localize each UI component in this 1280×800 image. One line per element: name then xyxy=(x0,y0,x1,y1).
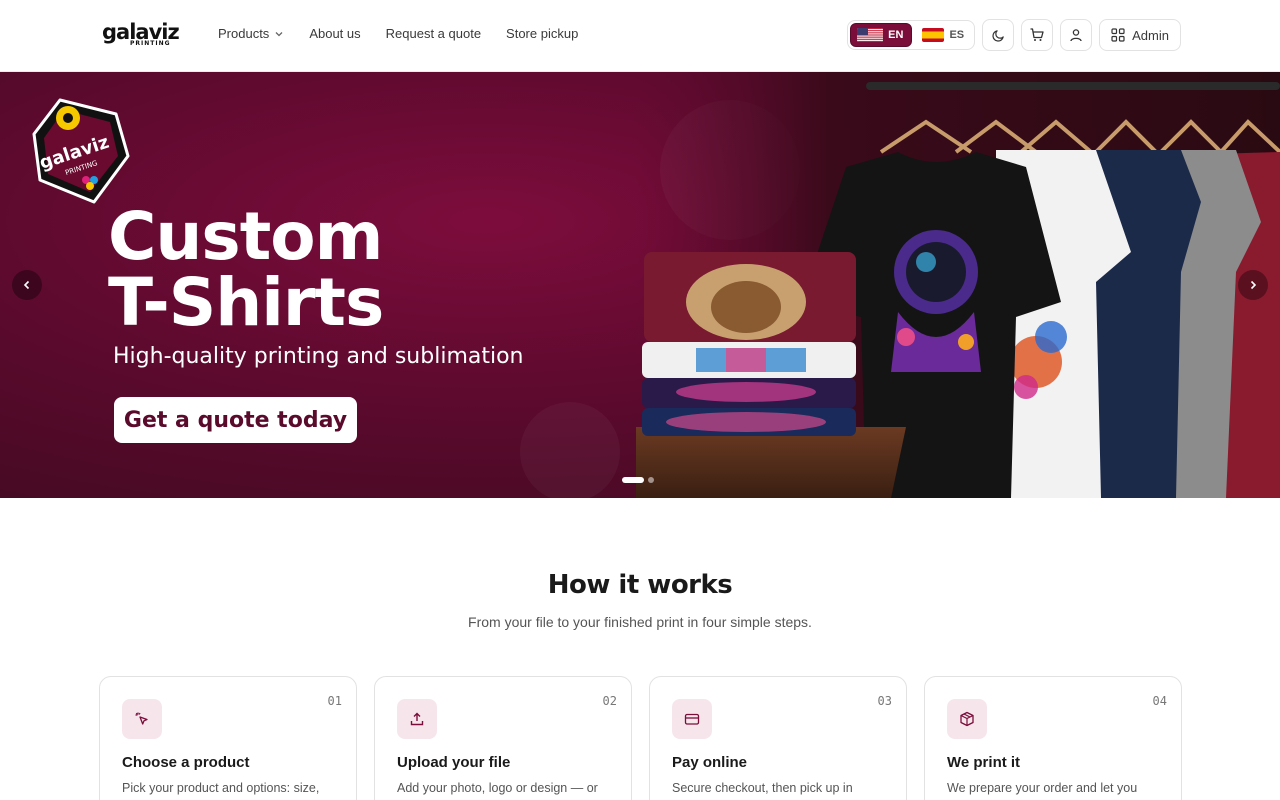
get-quote-button[interactable]: Get a quote today xyxy=(114,397,357,443)
step-number: 02 xyxy=(602,694,617,708)
step-card: 04 We print it We prepare your order and… xyxy=(924,676,1182,800)
lang-en-label: EN xyxy=(888,29,904,41)
step-description: Add your photo, logo or design — or xyxy=(397,781,598,795)
carousel-indicators xyxy=(622,477,654,483)
step-card: 02 Upload your file Add your photo, logo… xyxy=(374,676,632,800)
logo-wordmark: galaviz xyxy=(102,20,180,44)
nav-store-pickup-label: Store pickup xyxy=(506,26,579,41)
step-icon-wrapper xyxy=(672,699,712,739)
nav-about-label: About us xyxy=(309,26,361,41)
step-number: 04 xyxy=(1152,694,1167,708)
hero-decoration xyxy=(520,402,620,498)
step-title: We print it xyxy=(947,754,1021,771)
lang-es-label: ES xyxy=(949,29,965,41)
theme-toggle-button[interactable] xyxy=(982,19,1015,51)
steps-list: 01 Choose a product Pick your product an… xyxy=(99,676,1182,800)
step-number: 03 xyxy=(877,694,892,708)
nav-request-quote-label: Request a quote xyxy=(385,26,482,41)
step-card: 03 Pay online Secure checkout, then pick… xyxy=(649,676,907,800)
pointer-click-icon xyxy=(135,712,148,725)
logo-subtitle: PRINTING xyxy=(130,40,171,47)
admin-label: Admin xyxy=(1132,27,1169,43)
grid-icon xyxy=(1111,28,1125,42)
spain-flag-icon xyxy=(922,28,945,42)
chevron-left-icon xyxy=(23,280,30,290)
hero-tshirts-image xyxy=(636,72,1280,498)
step-icon-wrapper xyxy=(122,699,162,739)
chevron-right-icon xyxy=(1250,280,1257,290)
nav-store-pickup[interactable]: Store pickup xyxy=(506,26,578,41)
nav-products[interactable]: Products xyxy=(218,26,284,41)
account-button[interactable] xyxy=(1060,19,1093,51)
step-title: Choose a product xyxy=(122,754,250,771)
step-icon-wrapper xyxy=(947,699,987,739)
carousel-prev-button[interactable] xyxy=(12,270,42,300)
admin-button[interactable]: Admin xyxy=(1099,19,1181,51)
hero-subtitle: High-quality printing and sublimation xyxy=(113,344,524,369)
main-nav: Products About us Request a quote Store … xyxy=(218,26,603,41)
cart-icon xyxy=(1030,28,1044,41)
step-description: We prepare your order and let you xyxy=(947,781,1138,795)
moon-icon xyxy=(992,29,1004,42)
step-icon-wrapper xyxy=(397,699,437,739)
step-card: 01 Choose a product Pick your product an… xyxy=(99,676,357,800)
nav-request-quote[interactable]: Request a quote xyxy=(386,26,481,41)
step-title: Pay online xyxy=(672,754,748,771)
user-icon xyxy=(1070,29,1082,42)
hero-title-line2: T-Shirts xyxy=(108,264,384,341)
header-actions: EN ES Admin xyxy=(847,19,1181,51)
section-title: How it works xyxy=(547,570,733,600)
brand-logo[interactable]: galaviz PRINTING xyxy=(102,22,182,50)
upload-icon xyxy=(410,712,424,726)
step-title: Upload your file xyxy=(397,754,511,771)
step-number: 01 xyxy=(327,694,342,708)
hero-carousel: galaviz PRINTING Custom T-Shirts High-qu… xyxy=(0,72,1280,498)
section-subtitle: From your file to your finished print in… xyxy=(468,614,812,630)
step-description: Secure checkout, then pick up in xyxy=(672,781,853,795)
lang-en-button[interactable]: EN xyxy=(850,23,913,47)
language-switcher: EN ES xyxy=(847,20,976,50)
site-header: galaviz PRINTING Products About us Reque… xyxy=(0,0,1280,72)
nav-about[interactable]: About us xyxy=(309,26,360,41)
carousel-dot-active[interactable] xyxy=(622,477,644,483)
hero-title-line1: Custom xyxy=(108,198,383,275)
us-flag-icon xyxy=(857,28,884,42)
hero-title: Custom T-Shirts xyxy=(108,198,384,341)
lang-es-button[interactable]: ES xyxy=(916,23,972,47)
credit-card-icon xyxy=(684,713,700,725)
cart-button[interactable] xyxy=(1021,19,1054,51)
package-icon xyxy=(960,711,974,727)
carousel-next-button[interactable] xyxy=(1238,270,1268,300)
carousel-dot[interactable] xyxy=(648,477,654,483)
step-description: Pick your product and options: size, xyxy=(122,781,320,795)
chevron-down-icon xyxy=(275,31,283,36)
brand-badge-logo: galaviz PRINTING xyxy=(32,98,130,204)
nav-products-label: Products xyxy=(218,26,270,41)
